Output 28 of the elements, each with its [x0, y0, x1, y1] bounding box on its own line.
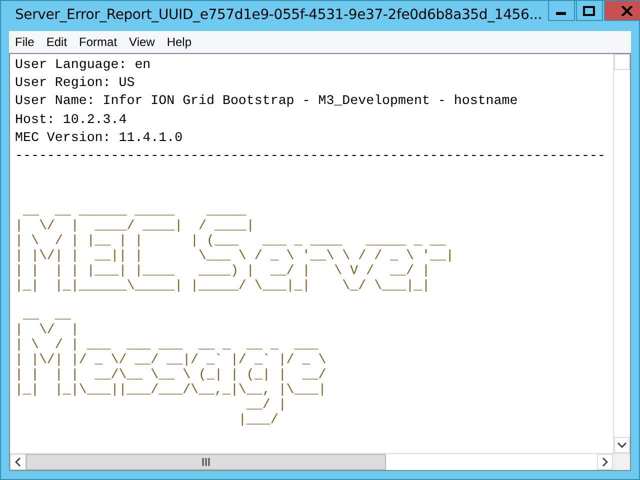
window-title: Server_Error_Report_UUID_e757d1e9-055f-4531-9e37-2fe0d6b8a35d_1456... [15, 7, 542, 23]
close-button[interactable] [604, 1, 640, 21]
scroll-left-button[interactable] [10, 454, 26, 470]
text-line: Host: 10.2.3.4 [15, 110, 128, 129]
chevron-down-icon [617, 442, 627, 448]
text-line: User Region: US [15, 74, 136, 92]
chevron-right-icon [602, 457, 608, 467]
maximize-icon [583, 6, 596, 16]
menu-item[interactable]: View [125, 35, 159, 49]
ascii-art-text: __ __ | \/ | | \ / | ___ ___ ___ __ _ __ _ ___ | |\/| |/ _ \/ __/ __|/ _` |/ _` |/ _ \ | | | | __/\__ \__ \ (_| | (_| | __/ |_| |_|\___||___/___/\__,_|\__, |\___| __/ | |___/ [15, 307, 328, 428]
minimize-button[interactable] [548, 1, 575, 21]
separator-line: -------------------------------------------------------------------------- [15, 147, 606, 166]
text-line: MEC Version: 11.4.1.0 [15, 128, 184, 147]
menu-item[interactable]: Edit [42, 35, 72, 49]
maximize-button[interactable] [576, 1, 603, 21]
menu-item[interactable]: File [11, 35, 38, 49]
scroll-down-button[interactable] [614, 437, 630, 453]
text-line: User Language: en [15, 56, 152, 74]
grip-icon [202, 458, 210, 466]
menu-item[interactable]: Help [162, 35, 196, 49]
minimize-icon [556, 12, 566, 15]
text-line: User Name: Infor ION Grid Bootstrap - M3_Development - hostname [15, 92, 519, 110]
scrollbar-thumb[interactable] [26, 454, 386, 470]
ascii-art-text: __ __ ______ _____ _____ | \/ | ____/ ____| / ____| | \ / | |__ | | | (___ ___ _ ____ _____ _ __ | |\/| | __|| | \___ \ / _ \ '__\ \ / / _ \ '__| | | | | |___| |____ ____) | __/ | \ V / __/ | |_| |_|______\_____| |_____/ \___|_| \_/ \___|_| [15, 203, 455, 294]
scroll-right-button[interactable] [597, 454, 613, 470]
menu-item[interactable]: Format [75, 35, 122, 49]
close-icon [620, 6, 633, 16]
chevron-left-icon [15, 457, 21, 467]
